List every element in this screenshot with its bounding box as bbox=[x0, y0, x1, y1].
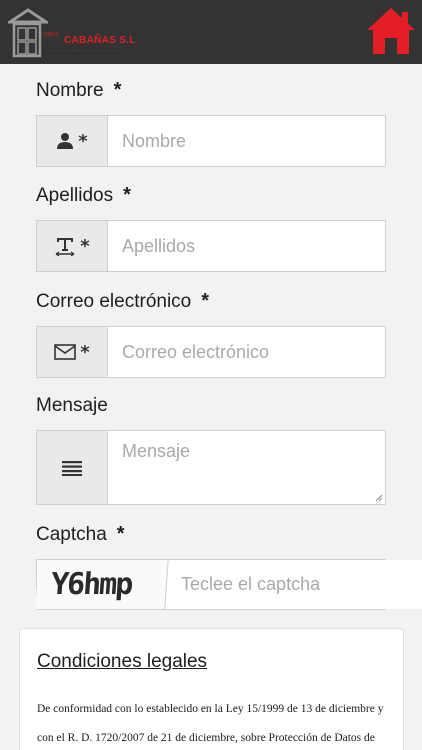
apellidos-label: Apellidos * bbox=[36, 184, 131, 206]
required-marker: * bbox=[113, 79, 122, 101]
required-marker: * bbox=[116, 523, 125, 545]
mensaje-textarea[interactable] bbox=[108, 431, 385, 504]
nombre-addon: * bbox=[37, 116, 108, 166]
nombre-label: Nombre * bbox=[36, 79, 122, 101]
correo-input-group: * bbox=[36, 326, 386, 378]
legal-conditions-panel: Condiciones legales De conformidad con l… bbox=[19, 628, 404, 750]
captcha-input-group: Y6hmp bbox=[35, 559, 422, 610]
correo-label: Correo electrónico * bbox=[36, 290, 210, 312]
lines-icon bbox=[62, 460, 82, 476]
required-marker: * bbox=[123, 184, 131, 206]
legal-conditions-link[interactable]: Condiciones legales bbox=[37, 651, 207, 673]
nombre-input[interactable] bbox=[108, 116, 385, 166]
home-button[interactable] bbox=[365, 6, 417, 56]
apellidos-input[interactable] bbox=[108, 221, 385, 271]
user-icon bbox=[57, 133, 74, 149]
apellidos-addon: * bbox=[37, 221, 108, 271]
correo-input[interactable] bbox=[108, 327, 385, 377]
nombre-input-group: * bbox=[36, 115, 386, 167]
text-type-icon bbox=[55, 238, 75, 256]
company-logo[interactable]: HNOS CABAÑAS S.L ····················· bbox=[5, 4, 135, 60]
legal-text: De conformidad con lo establecido en la … bbox=[37, 703, 384, 744]
logo-house-icon bbox=[5, 8, 51, 58]
logo-prefix: HNOS bbox=[44, 32, 59, 38]
correo-addon: * bbox=[37, 327, 108, 377]
home-icon bbox=[367, 8, 415, 54]
required-marker: * bbox=[201, 290, 210, 312]
top-bar: HNOS CABAÑAS S.L ····················· bbox=[0, 0, 422, 64]
mensaje-input-group bbox=[36, 430, 386, 505]
captcha-input[interactable] bbox=[167, 560, 422, 609]
envelope-icon bbox=[54, 344, 77, 360]
logo-tagline-decoration: ····················· bbox=[46, 48, 123, 54]
captcha-image: Y6hmp bbox=[35, 560, 169, 609]
resize-grip-icon[interactable] bbox=[375, 494, 383, 502]
apellidos-input-group: * bbox=[36, 220, 386, 272]
captcha-label: Captcha * bbox=[36, 523, 125, 545]
mensaje-label: Mensaje bbox=[36, 395, 108, 416]
logo-name: CABAÑAS S.L bbox=[64, 35, 136, 46]
mensaje-addon bbox=[37, 431, 108, 504]
